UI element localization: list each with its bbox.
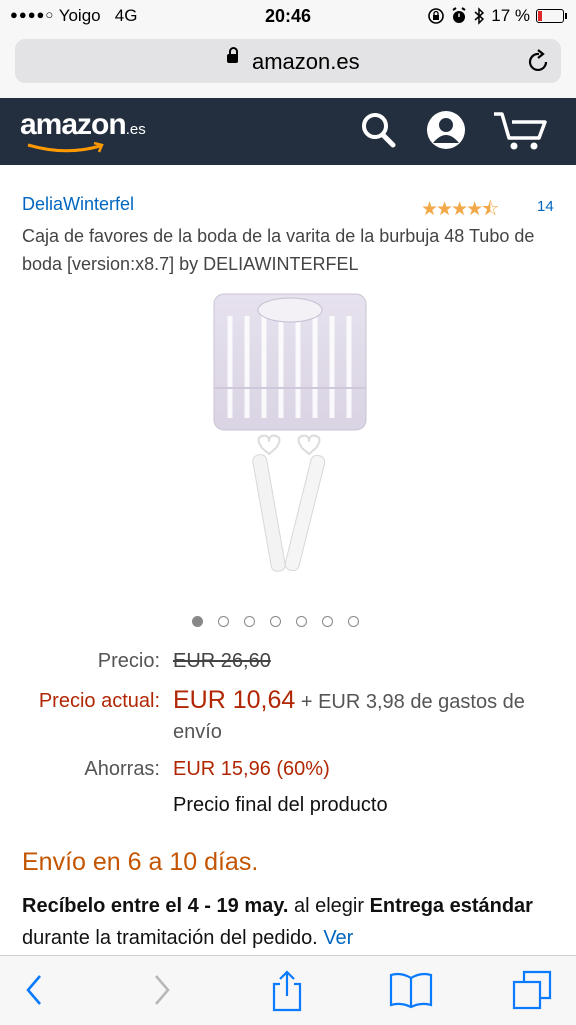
logo-smile-icon — [27, 142, 104, 153]
list-price: EUR 26,60 — [173, 650, 271, 672]
alarm-icon — [452, 7, 466, 23]
delivery-method: Entrega estándar — [369, 895, 533, 917]
url-text[interactable]: amazon.es — [252, 49, 360, 75]
current-price: EUR 10,64 — [173, 686, 296, 714]
review-count[interactable]: 14 — [537, 198, 554, 215]
browser-toolbar — [0, 955, 576, 1025]
bluetooth-icon — [474, 7, 485, 25]
forward-icon[interactable] — [150, 970, 174, 1010]
logo-text: amazon — [20, 108, 127, 141]
status-right: 17 % — [427, 6, 567, 26]
brand-link[interactable]: DeliaWinterfel — [22, 194, 134, 215]
current-price-label: Precio actual: — [38, 690, 160, 712]
delivery-headline: Envío en 6 a 10 días. — [22, 848, 259, 876]
share-icon[interactable] — [270, 970, 304, 1012]
account-icon[interactable] — [426, 110, 466, 150]
star-icon: ★ — [421, 199, 438, 220]
reload-icon[interactable] — [527, 48, 551, 74]
list-price-label: Precio: — [97, 650, 160, 672]
product-image[interactable] — [200, 288, 380, 588]
tabs-icon[interactable] — [512, 970, 554, 1010]
search-icon[interactable] — [360, 110, 398, 150]
savings-value: EUR 15,96 (60%) — [173, 758, 330, 780]
logo-suffix: .es — [125, 121, 146, 138]
delivery-text-2: durante la tramitación del pedido. — [22, 927, 324, 949]
carousel-dot[interactable] — [218, 616, 229, 627]
delivery-details: Recíbelo entre el 4 - 19 may. al elegir … — [22, 890, 562, 954]
final-price-note: Precio final del producto — [173, 794, 388, 816]
bookmarks-icon[interactable] — [388, 970, 434, 1010]
browser-bar: amazon.es — [0, 32, 576, 99]
savings-label: Ahorras: — [84, 758, 160, 780]
carousel-dot[interactable] — [296, 616, 307, 627]
amazon-logo[interactable]: amazon.es — [20, 108, 146, 153]
cart-icon[interactable] — [492, 110, 550, 152]
half-star-icon: ⯪ — [481, 199, 499, 220]
status-bar: ●●●●○ Yoigo 4G 20:46 17 % — [0, 0, 576, 32]
carousel-dot[interactable] — [192, 616, 203, 627]
image-carousel-dots[interactable] — [192, 616, 359, 627]
battery-icon — [536, 9, 567, 23]
delivery-date: Recíbelo entre el 4 - 19 may. — [22, 895, 289, 917]
star-icon: ★ — [451, 199, 468, 220]
delivery-text-1: al elegir — [288, 895, 370, 917]
product-title: Caja de favores de la boda de la varita … — [22, 226, 535, 274]
carousel-dot[interactable] — [244, 616, 255, 627]
delivery-more-link[interactable]: Ver — [323, 927, 353, 949]
carousel-dot[interactable] — [270, 616, 281, 627]
site-header: amazon.es — [0, 98, 576, 165]
carousel-dot[interactable] — [322, 616, 333, 627]
address-bar[interactable]: amazon.es — [15, 39, 561, 83]
carousel-dot[interactable] — [348, 616, 359, 627]
battery-percent: 17 % — [491, 6, 530, 25]
rotation-lock-icon — [428, 8, 445, 24]
star-icon: ★ — [436, 199, 453, 220]
lock-icon — [227, 47, 238, 63]
back-icon[interactable] — [22, 970, 46, 1010]
star-icon: ★ — [466, 199, 483, 220]
current-price-block: EUR 10,64 + EUR 3,98 de gastos de envío — [173, 685, 553, 747]
